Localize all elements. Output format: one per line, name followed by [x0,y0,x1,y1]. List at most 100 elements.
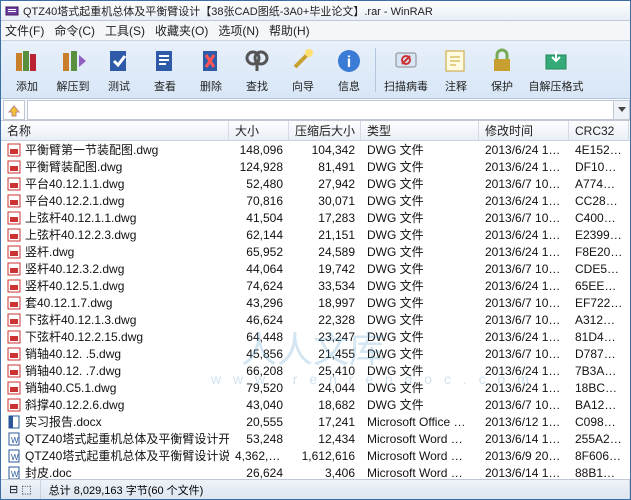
scan-icon [391,46,421,76]
up-arrow-icon [7,103,21,117]
cell-modified: 2013/6/14 14… [479,432,569,446]
table-row[interactable]: WQTZ40塔式起重机总体及平衡臂设计说明书.doc4,362,7521,612… [1,447,630,464]
file-name: 竖杆.dwg [25,243,74,260]
menu-file[interactable]: 文件(F) [5,22,44,39]
col-name[interactable]: 名称 [1,121,229,140]
cell-size: 66,208 [229,364,289,378]
table-row[interactable]: 上弦杆40.12.2.3.dwg62,14421,151DWG 文件2013/6… [1,226,630,243]
cell-modified: 2013/6/24 16… [479,381,569,395]
col-size[interactable]: 大小 [229,121,289,140]
cell-name: 上弦杆40.12.1.1.dwg [1,209,229,226]
file-icon [7,296,21,310]
table-row[interactable]: 竖杆.dwg65,95224,589DWG 文件2013/6/24 15…F8E… [1,243,630,260]
cell-name: 竖杆40.12.5.1.dwg [1,277,229,294]
table-row[interactable]: WQTZ40塔式起重机总体及平衡臂设计开题报告.doc53,24812,434M… [1,430,630,447]
cell-crc: 88B1C44E [569,466,629,480]
scan-button[interactable]: 扫描病毒 [380,44,432,96]
test-button[interactable]: 测试 [97,44,141,96]
cell-crc: CDE57A… [569,262,629,276]
file-icon [7,228,21,242]
cell-modified: 2013/6/24 15… [479,194,569,208]
menu-help[interactable]: 帮助(H) [269,22,310,39]
add-button[interactable]: 添加 [5,44,49,96]
table-row[interactable]: 上弦杆40.12.1.1.dwg41,50417,283DWG 文件2013/6… [1,209,630,226]
table-row[interactable]: 销轴40.12. .5.dwg45,85621,455DWG 文件2013/6/… [1,345,630,362]
extract-button[interactable]: 解压到 [51,44,95,96]
table-row[interactable]: 套40.12.1.7.dwg43,29618,997DWG 文件2013/6/7… [1,294,630,311]
cell-size: 65,952 [229,245,289,259]
cell-modified: 2013/6/7 10:58 [479,262,569,276]
cell-crc: C098E53E [569,415,629,429]
find-button[interactable]: 查找 [235,44,279,96]
col-modified[interactable]: 修改时间 [479,121,569,140]
wizard-button[interactable]: 向导 [281,44,325,96]
cell-name: 竖杆40.12.3.2.dwg [1,260,229,277]
cell-name: 竖杆.dwg [1,243,229,260]
cell-name: 套40.12.1.7.dwg [1,294,229,311]
cell-type: DWG 文件 [361,379,479,396]
protect-button[interactable]: 保护 [480,44,524,96]
cell-size: 43,040 [229,398,289,412]
table-row[interactable]: 平台40.12.2.1.dwg70,81630,071DWG 文件2013/6/… [1,192,630,209]
menu-commands[interactable]: 命令(C) [54,22,95,39]
table-row[interactable]: 销轴40.12. .7.dwg66,20825,410DWG 文件2013/6/… [1,362,630,379]
table-row[interactable]: 下弦杆40.12.1.3.dwg46,62422,328DWG 文件2013/6… [1,311,630,328]
comment-button[interactable]: 注释 [434,44,478,96]
cell-packed: 18,997 [289,296,361,310]
cell-crc: 65EE95A4 [569,279,629,293]
file-name: 下弦杆40.12.1.3.dwg [25,311,136,328]
path-dropdown[interactable] [614,100,630,120]
app-icon [5,4,19,18]
window-title: QTZ40塔式起重机总体及平衡臂设计【38张CAD图纸-3A0+毕业论文】.ra… [23,3,626,19]
toolbar-separator [375,48,376,92]
file-list[interactable]: 人人文库 w w w . r e n r e n d o c . c o m 平… [1,141,630,481]
cell-name: 实习报告.docx [1,413,229,430]
protect-icon [487,46,517,76]
up-button[interactable] [3,100,25,120]
cell-crc: 81D4E6… [569,330,629,344]
cell-modified: 2013/6/7 10:46 [479,211,569,225]
cell-type: DWG 文件 [361,311,479,328]
menu-tools[interactable]: 工具(S) [105,22,145,39]
delete-label: 删除 [200,78,222,94]
delete-button[interactable]: 删除 [189,44,233,96]
cell-type: DWG 文件 [361,277,479,294]
col-crc[interactable]: CRC32 [569,121,629,140]
path-input[interactable] [27,100,614,120]
cell-packed: 12,434 [289,432,361,446]
col-packed[interactable]: 压缩后大小 [289,121,361,140]
cell-type: Microsoft Word 文档 [361,447,479,464]
cell-crc: 4E152DF1 [569,143,629,157]
table-row[interactable]: 实习报告.docx20,55517,241Microsoft Office Wo… [1,413,630,430]
menu-favorites[interactable]: 收藏夹(O) [155,22,208,39]
view-button[interactable]: 查看 [143,44,187,96]
table-row[interactable]: 竖杆40.12.5.1.dwg74,62433,534DWG 文件2013/6/… [1,277,630,294]
table-row[interactable]: 斜撑40.12.2.6.dwg43,04018,682DWG 文件2013/6/… [1,396,630,413]
table-row[interactable]: 下弦杆40.12.2.15.dwg64,44823,247DWG 文件2013/… [1,328,630,345]
cell-name: 下弦杆40.12.1.3.dwg [1,311,229,328]
menu-options[interactable]: 选项(N) [218,22,259,39]
cell-packed: 23,247 [289,330,361,344]
table-row[interactable]: 销轴40.C5.1.dwg79,52024,044DWG 文件2013/6/24… [1,379,630,396]
table-row[interactable]: 竖杆40.12.3.2.dwg44,06419,742DWG 文件2013/6/… [1,260,630,277]
cell-type: DWG 文件 [361,294,479,311]
list-header: 名称 大小 压缩后大小 类型 修改时间 CRC32 [1,121,630,141]
file-name: 销轴40.12. .7.dwg [25,362,121,379]
cell-crc: F8E20697 [569,245,629,259]
test-label: 测试 [108,78,130,94]
info-button[interactable]: i 信息 [327,44,371,96]
sfx-button[interactable]: 自解压格式 [526,44,586,96]
file-icon [7,194,21,208]
cell-name: WQTZ40塔式起重机总体及平衡臂设计说明书.doc [1,447,229,464]
comment-icon [441,46,471,76]
cell-type: Microsoft Word 文档 [361,430,479,447]
cell-name: 销轴40.C5.1.dwg [1,379,229,396]
menubar: 文件(F) 命令(C) 工具(S) 收藏夹(O) 选项(N) 帮助(H) [1,21,630,41]
col-type[interactable]: 类型 [361,121,479,140]
table-row[interactable]: 平衡臂装配图.dwg124,92881,491DWG 文件2013/6/24 1… [1,158,630,175]
file-name: QTZ40塔式起重机总体及平衡臂设计说明书.doc [25,447,229,464]
cell-modified: 2013/6/24 15… [479,245,569,259]
table-row[interactable]: 平衡臂第一节装配图.dwg148,096104,342DWG 文件2013/6/… [1,141,630,158]
find-label: 查找 [246,78,268,94]
table-row[interactable]: 平台40.12.1.1.dwg52,48027,942DWG 文件2013/6/… [1,175,630,192]
